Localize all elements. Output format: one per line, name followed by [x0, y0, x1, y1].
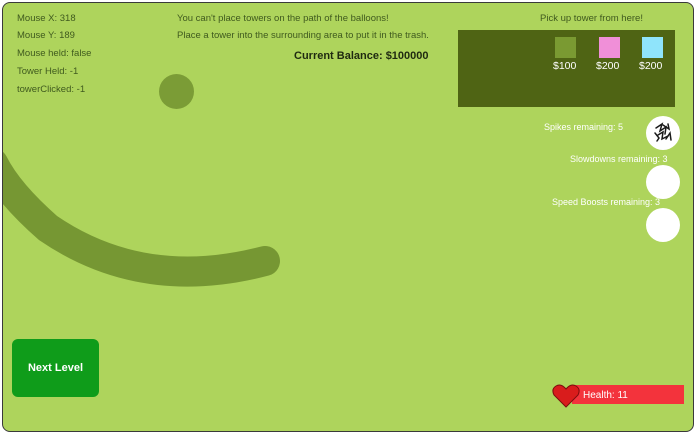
speed-boost-button[interactable] — [646, 208, 680, 242]
hint-trash-rule: Place a tower into the surrounding area … — [177, 30, 429, 41]
current-balance: Current Balance: $100000 — [294, 50, 429, 62]
debug-mouse-held: Mouse held: false — [17, 48, 92, 59]
tower-pink-price: $200 — [596, 60, 620, 72]
tower-cyan-swatch[interactable] — [642, 37, 663, 58]
health-value: Health: 11 — [583, 390, 628, 401]
shop-title: Pick up tower from here! — [540, 13, 643, 24]
debug-mouse-y: Mouse Y: 189 — [17, 30, 75, 41]
debug-tower-held: Tower Held: -1 — [17, 66, 79, 77]
slowdown-button[interactable] — [646, 165, 680, 199]
spikes-button[interactable] — [646, 116, 680, 150]
heart-icon — [552, 384, 580, 408]
game-canvas[interactable]: Mouse X: 318 Mouse Y: 189 Mouse held: fa… — [2, 2, 694, 432]
tower-green-price: $100 — [553, 60, 577, 72]
spikes-icon — [654, 122, 672, 142]
tower-shop-panel: $100 $200 $200 — [458, 30, 675, 107]
tower-green-swatch[interactable] — [555, 37, 576, 58]
debug-mouse-x: Mouse X: 318 — [17, 13, 76, 24]
debug-tower-clicked: towerClicked: -1 — [17, 84, 86, 95]
spikes-remaining: Spikes remaining: 5 — [544, 122, 624, 132]
next-level-button[interactable]: Next Level — [12, 339, 99, 397]
tower-pink-swatch[interactable] — [599, 37, 620, 58]
held-tower-ghost — [159, 74, 194, 109]
tower-cyan-price: $200 — [639, 60, 663, 72]
hint-path-rule: You can't place towers on the path of th… — [177, 13, 389, 24]
slowdowns-remaining: Slowdowns remaining: 3 — [570, 154, 668, 164]
speed-boosts-remaining: Speed Boosts remaining: 3 — [552, 197, 661, 207]
